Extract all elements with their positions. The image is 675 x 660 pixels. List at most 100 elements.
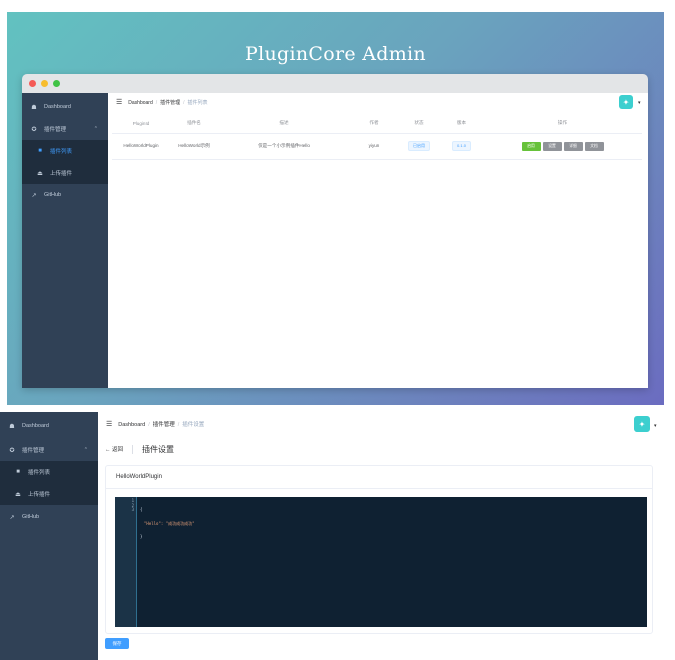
line-number-gutter: 1 2 3 bbox=[115, 497, 136, 627]
breadcrumb-separator: / bbox=[148, 422, 150, 428]
cell-plugin-name: HelloWorld示例 bbox=[170, 133, 218, 160]
code-line: } bbox=[140, 534, 143, 539]
page-title: 插件设置 bbox=[142, 444, 175, 454]
breadcrumb: Dashboard / 插件管理 / 插件列表 bbox=[128, 99, 207, 106]
gutter-border bbox=[136, 497, 137, 627]
breadcrumb-current: 插件设置 bbox=[182, 422, 205, 428]
sidebar-item-label: Dashboard bbox=[22, 423, 49, 429]
gear-icon: ✪ bbox=[9, 447, 15, 454]
external-link-icon: ↗ bbox=[9, 514, 15, 521]
sidebar-item-label: 插件列表 bbox=[50, 149, 73, 155]
upload-icon: ⏏ bbox=[15, 491, 21, 498]
code-content[interactable]: { "Hello": "成功成功成功" } bbox=[140, 499, 195, 549]
browser-titlebar bbox=[22, 74, 648, 93]
column-header-author: 作者 bbox=[350, 114, 398, 134]
line-number: 3 bbox=[131, 507, 134, 512]
sidebar-item-label: GitHub bbox=[44, 192, 62, 198]
hamburger-icon[interactable]: ☰ bbox=[106, 420, 112, 428]
table-header-row: PluginId 插件名 描述 作者 状态 版本 操作 bbox=[112, 114, 642, 134]
gear-icon: ✪ bbox=[31, 126, 37, 133]
cell-author: yiyun bbox=[350, 133, 398, 160]
sidebar-item-label: 插件管理 bbox=[44, 127, 67, 133]
sidebar-item-dashboard[interactable]: ☗ Dashboard bbox=[0, 415, 98, 437]
back-button[interactable]: ← 返回 bbox=[105, 445, 123, 453]
breadcrumb-dashboard[interactable]: Dashboard bbox=[128, 100, 152, 106]
minimize-dot[interactable] bbox=[41, 80, 48, 87]
chevron-up-icon: ⌃ bbox=[83, 447, 88, 453]
breadcrumb-plugin-management[interactable]: 插件管理 bbox=[160, 100, 180, 106]
table-row: HelloWorldPlugin HelloWorld示例 仅是一个小示例插件H… bbox=[112, 133, 642, 160]
json-editor[interactable]: 1 2 3 { "Hello": "成功成功成功" } bbox=[115, 497, 647, 627]
code-line: "Hello": "成功成功成功" bbox=[144, 520, 195, 526]
cell-actions: 启用 设置 详细 文档 bbox=[483, 133, 642, 160]
breadcrumb-dashboard[interactable]: Dashboard bbox=[118, 422, 145, 428]
cell-plugin-id: HelloWorldPlugin bbox=[112, 133, 170, 160]
sidebar-item-plugin-management[interactable]: ✪ 插件管理 ⌃ bbox=[0, 439, 98, 461]
details-button[interactable]: 详细 bbox=[563, 141, 583, 151]
sidebar-item-label: 插件管理 bbox=[22, 448, 45, 454]
upload-icon: ⏏ bbox=[37, 170, 43, 177]
save-button[interactable]: 保存 bbox=[105, 638, 129, 649]
sidebar-item-plugin-management[interactable]: ✪ 插件管理 ⌃ bbox=[22, 118, 108, 140]
plugin-table: PluginId 插件名 描述 作者 状态 版本 操作 HelloWorldPl… bbox=[112, 114, 642, 160]
sidebar-item-plugin-list[interactable]: ■ 插件列表 bbox=[22, 140, 108, 162]
main-content: ☰ Dashboard / 插件管理 / 插件列表 ✦ ▾ PluginId 插件名 描… bbox=[108, 93, 648, 388]
breadcrumb-current: 插件列表 bbox=[187, 99, 208, 106]
list-icon: ■ bbox=[16, 469, 20, 475]
hero-banner: PluginCore Admin ☗ Dashboard ✪ 插件管理 ⌃ ■ … bbox=[7, 12, 664, 405]
column-header-name: 插件名 bbox=[170, 114, 218, 134]
external-link-icon: ↗ bbox=[31, 192, 37, 199]
breadcrumb: Dashboard / 插件管理 / 插件设置 bbox=[118, 420, 204, 428]
column-header-actions: 操作 bbox=[483, 114, 642, 134]
code-line: { bbox=[140, 507, 143, 512]
breadcrumb-separator: / bbox=[177, 422, 180, 428]
root: PluginCore Admin ☗ Dashboard ✪ 插件管理 ⌃ ■ … bbox=[0, 0, 675, 660]
settings-button[interactable]: 设置 bbox=[542, 141, 562, 151]
sidebar-item-label: 上传插件 bbox=[28, 492, 51, 498]
caret-down-icon[interactable]: ▾ bbox=[638, 100, 641, 106]
cell-description: 仅是一个小示例插件Hello bbox=[218, 133, 350, 160]
sidebar-item-github[interactable]: ↗ GitHub bbox=[0, 506, 98, 528]
column-header-version: 版本 bbox=[440, 114, 483, 134]
close-dot[interactable] bbox=[29, 80, 36, 87]
navbar: ☰ Dashboard / 插件管理 / 插件列表 ✦ ▾ bbox=[108, 93, 648, 111]
navbar: ☰ Dashboard / 插件管理 / 插件设置 ✦ ▾ bbox=[98, 412, 675, 436]
sidebar-item-label: 插件列表 bbox=[28, 470, 51, 476]
maximize-dot[interactable] bbox=[53, 80, 60, 87]
sidebar-item-upload-plugin[interactable]: ⏏ 上传插件 bbox=[0, 483, 98, 505]
browser-window: ☗ Dashboard ✪ 插件管理 ⌃ ■ 插件列表 ⏏ 上传插件 ↗ Git… bbox=[22, 74, 648, 388]
caret-down-icon[interactable]: ▾ bbox=[654, 423, 657, 429]
version-badge: 0.1.0 bbox=[452, 141, 471, 151]
sidebar-item-upload-plugin[interactable]: ⏏ 上传插件 bbox=[22, 162, 108, 184]
avatar[interactable]: ✦ bbox=[619, 95, 633, 109]
column-header-plugin-id: PluginId bbox=[112, 114, 170, 134]
sidebar-item-label: 上传插件 bbox=[50, 171, 73, 177]
divider bbox=[132, 444, 134, 454]
avatar[interactable]: ✦ bbox=[634, 416, 650, 432]
sidebar-item-github[interactable]: ↗ GitHub bbox=[22, 184, 108, 206]
list-icon: ■ bbox=[38, 148, 42, 154]
chevron-up-icon: ⌃ bbox=[93, 126, 98, 132]
breadcrumb-plugin-management[interactable]: 插件管理 bbox=[153, 422, 175, 428]
sidebar-item-plugin-list[interactable]: ■ 插件列表 bbox=[0, 461, 98, 483]
sidebar: ☗ Dashboard ✪ 插件管理 ⌃ ■ 插件列表 ⏏ 上传插件 ↗ Git… bbox=[22, 93, 108, 388]
column-header-description: 描述 bbox=[218, 114, 350, 134]
sidebar-item-label: Dashboard bbox=[44, 104, 71, 110]
dashboard-icon: ☗ bbox=[31, 104, 37, 111]
breadcrumb-separator: / bbox=[183, 99, 185, 106]
breadcrumb-separator: / bbox=[155, 99, 158, 106]
sidebar-item-dashboard[interactable]: ☗ Dashboard bbox=[22, 96, 108, 118]
dashboard-icon: ☗ bbox=[9, 423, 15, 430]
sidebar: ☗ Dashboard ✪ 插件管理 ⌃ ■ 插件列表 ⏏ 上传插件 ↗ Git… bbox=[0, 412, 98, 660]
enable-button[interactable]: 启用 bbox=[521, 141, 541, 151]
settings-card: HelloWorldPlugin 1 2 3 { "Hello": "成功成功成… bbox=[105, 465, 653, 634]
docs-button[interactable]: 文档 bbox=[584, 141, 604, 151]
hamburger-icon[interactable]: ☰ bbox=[116, 98, 122, 106]
cell-status: 已启用 bbox=[398, 133, 440, 160]
settings-main: ☰ Dashboard / 插件管理 / 插件设置 ✦ ▾ ← 返回 插件设置 Hell… bbox=[98, 412, 675, 660]
column-header-status: 状态 bbox=[398, 114, 440, 134]
sidebar-item-label: GitHub bbox=[22, 514, 40, 520]
cell-version: 0.1.0 bbox=[440, 133, 483, 160]
hero-title: PluginCore Admin bbox=[245, 43, 426, 65]
page-header: ← 返回 插件设置 bbox=[105, 443, 174, 455]
